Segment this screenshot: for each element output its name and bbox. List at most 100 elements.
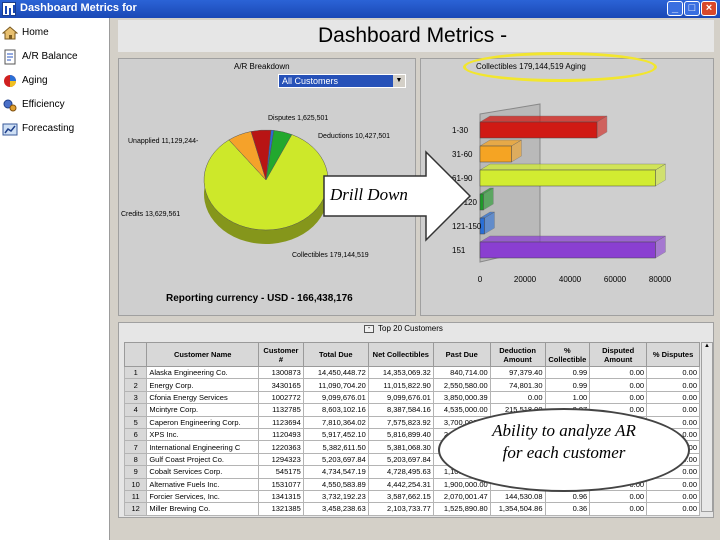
row-number: 10 (123, 477, 148, 491)
table-cell: Energy Corp. (146, 378, 260, 392)
column-header[interactable]: Past Due (432, 342, 491, 367)
customer-filter-value: All Customers (282, 76, 339, 86)
table-cell: 5,917,452.10 (302, 427, 369, 442)
minimize-button[interactable]: _ (667, 1, 683, 16)
table-cell: 1.00 (544, 390, 591, 405)
table-cell: 74,801.30 (489, 378, 546, 392)
table-cell: 0.99 (544, 365, 591, 380)
table-cell: 11,090,704.20 (302, 378, 369, 392)
chart-icon (2, 123, 18, 136)
aging-bar[interactable] (479, 169, 656, 187)
table-cell: 0.00 (589, 378, 648, 392)
table-cell: 3,850,000.39 (432, 390, 491, 405)
column-header[interactable]: Total Due (302, 342, 369, 367)
table-cell: International Engineering C (146, 440, 260, 454)
close-button[interactable]: × (701, 1, 717, 16)
x-tick-label: 40000 (559, 275, 582, 284)
column-header[interactable]: Deduction Amount (489, 342, 546, 367)
column-header[interactable]: Customer # (258, 342, 304, 367)
table-row[interactable]: 1 Alaska Engineering Co. 1300873 14,450,448… (123, 365, 700, 380)
table-cell: Forcier Services, Inc. (146, 489, 260, 504)
table-cell: 0.00 (646, 378, 700, 392)
aging-bar[interactable] (479, 145, 512, 163)
table-cell: 2,070,001.47 (432, 489, 491, 504)
maximize-button[interactable]: □ (684, 1, 700, 16)
pie-label-deductions: Deductions 10,427,501 (318, 133, 390, 140)
sidebar-item-home[interactable]: Home (2, 22, 106, 44)
table-cell: Cfonia Energy Services (146, 390, 260, 405)
table-cell: 1002772 (258, 390, 304, 405)
pie-label-disputes: Disputes 1,625,501 (268, 115, 329, 122)
collapse-toggle[interactable]: - (364, 325, 374, 333)
table-cell: 2,550,580.00 (432, 378, 491, 392)
table-scrollbar[interactable]: ▲ (701, 342, 713, 512)
table-cell: 1294323 (258, 452, 304, 467)
bar-top-face (479, 115, 608, 123)
reporting-currency: Reporting currency - USD - 166,438,176 (166, 293, 353, 304)
table-cell: 0.00 (589, 502, 648, 516)
table-cell: 3,732,192.23 (302, 489, 369, 504)
sidebar-item-efficiency[interactable]: Efficiency (2, 94, 106, 116)
row-number: 3 (123, 390, 148, 405)
table-row[interactable]: 11 Forcier Services, Inc. 1341315 3,732,192… (123, 489, 700, 504)
table-cell: 1531077 (258, 477, 304, 491)
pie-label-collectibles: Collectibles 179,144,519 (292, 252, 369, 259)
callout-line-2: for each customer (502, 443, 626, 462)
column-header[interactable]: Net Collectibles (367, 342, 434, 367)
table-cell: 0.00 (589, 365, 648, 380)
aging-bar[interactable] (479, 241, 656, 259)
customer-filter-select[interactable]: All Customers ▼ (278, 74, 406, 88)
table-cell: XPS Inc. (146, 427, 260, 442)
table-cell: 1321385 (258, 502, 304, 516)
page-title: Dashboard Metrics - (318, 24, 508, 47)
column-header[interactable]: Customer Name (146, 342, 260, 367)
column-header[interactable]: % Collectible (544, 342, 591, 367)
table-cell: 5,382,611.50 (302, 440, 369, 454)
row-number: 7 (123, 440, 148, 454)
table-row[interactable]: 12 Miller Brewing Co. 1321385 3,458,238.63 2… (123, 502, 700, 516)
gears-icon (3, 99, 17, 112)
table-cell: 7,575,823.92 (367, 415, 434, 429)
table-cell: 3,458,238.63 (302, 502, 369, 516)
column-header[interactable]: Disputed Amount (589, 342, 648, 367)
aging-collectibles-label: Collectibles 179,144,519 Aging (476, 62, 586, 71)
sidebar-item-aging[interactable]: Aging (2, 70, 106, 92)
table-row[interactable]: 3 Cfonia Energy Services 1002772 9,099,676.… (123, 390, 700, 405)
ar-breakdown-label: A/R Breakdown (234, 62, 290, 71)
table-cell: 1132785 (258, 403, 304, 417)
table-cell: 11,015,822.90 (367, 378, 434, 392)
chevron-down-icon[interactable]: ▼ (393, 75, 405, 87)
sidebar-item-ar-balance[interactable]: A/R Balance (2, 46, 106, 68)
table-cell: 2,103,733.77 (367, 502, 434, 516)
aging-bar[interactable] (479, 193, 484, 211)
row-number: 6 (123, 427, 148, 442)
column-header[interactable]: % Disputes (646, 342, 700, 367)
table-cell: 5,816,899.40 (367, 427, 434, 442)
table-cell: 0.00 (646, 477, 700, 491)
sidebar-item-forecasting[interactable]: Forecasting (2, 118, 106, 140)
app-window: Dashboard Metrics for _ □ × Home A/R Bal… (0, 0, 720, 540)
table-cell: 0.00 (589, 390, 648, 405)
table-cell: 14,353,069.32 (367, 365, 434, 380)
table-cell: 0.96 (544, 489, 591, 504)
table-cell: 1123694 (258, 415, 304, 429)
table-cell: 5,203,697.84 (367, 452, 434, 467)
table-row[interactable]: 2 Energy Corp. 3430165 11,090,704.20 11,015,… (123, 378, 700, 392)
table-cell: 1,525,890.80 (432, 502, 491, 516)
table-cell: 4,734,547.19 (302, 465, 369, 479)
callout-line-1: Ability to analyze AR (492, 421, 636, 440)
row-number: 12 (123, 502, 148, 516)
scroll-up-icon[interactable]: ▲ (702, 343, 712, 353)
table-cell: 0.00 (646, 403, 700, 417)
table-cell: 1120493 (258, 427, 304, 442)
sidebar-item-label: Aging (22, 75, 48, 86)
y-tick-label: 1-30 (452, 126, 469, 135)
aging-bar[interactable] (479, 121, 598, 139)
window-title: Dashboard Metrics for (20, 2, 137, 14)
table-cell: 0.00 (589, 489, 648, 504)
column-header[interactable] (123, 342, 148, 367)
table-cell: 4,728,495.63 (367, 465, 434, 479)
table-cell: 840,714.00 (432, 365, 491, 380)
title-bar: Dashboard Metrics for _ □ × (0, 0, 720, 18)
table-cell: Mcintyre Corp. (146, 403, 260, 417)
